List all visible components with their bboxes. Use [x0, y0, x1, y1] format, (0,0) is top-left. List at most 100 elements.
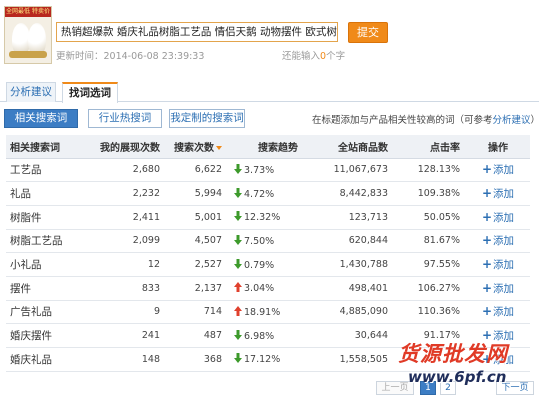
table-row: 工艺品 2,680 6,622 3.73% 11,067,673 128.13% +添加 [6, 158, 530, 183]
trend-cell: 18.91% [228, 300, 304, 325]
add-link[interactable]: 添加 [493, 330, 514, 342]
term-cell: 婚庆摆件 [6, 323, 88, 348]
add-link[interactable]: 添加 [493, 259, 514, 271]
products-cell: 30,644 [304, 323, 394, 348]
thumbnail-banner: 全网最低 特卖价 [6, 8, 50, 15]
analysis-link[interactable]: 分析建议 [493, 115, 531, 126]
main-tabs: 分析建议 找词选词 [0, 82, 539, 103]
term-cell: 婚庆礼品 [6, 347, 88, 372]
add-link[interactable]: 添加 [493, 188, 514, 200]
ctr-cell: 50.05% [394, 205, 466, 230]
trend-cell: 6.98% [228, 323, 304, 348]
action-cell[interactable]: +添加 [466, 205, 530, 230]
add-link[interactable]: 添加 [493, 212, 514, 224]
add-link[interactable]: 添加 [493, 306, 514, 318]
product-title-input[interactable]: 热销超爆款 婚庆礼品树脂工艺品 情侣天鹅 动物摆件 欧式树脂摆件 [56, 22, 338, 42]
searches-cell: 2,527 [166, 252, 228, 277]
add-link[interactable]: 添加 [493, 354, 514, 366]
remaining-chars: 还能输入0个字 [282, 48, 345, 62]
plus-icon: + [481, 328, 493, 343]
col-header-ctr[interactable]: 点击率 [394, 135, 466, 159]
table-row: 婚庆摆件 241 487 6.98% 30,644 91.17% +添加 [6, 323, 530, 348]
impressions-cell: 9 [88, 300, 166, 325]
subtab-related-terms[interactable]: 相关搜索词 [4, 109, 78, 128]
action-cell[interactable]: +添加 [466, 347, 530, 372]
table-row: 树脂工艺品 2,099 4,507 7.50% 620,844 81.67% +添加 [6, 229, 530, 254]
ctr-cell: 97.55% [394, 252, 466, 277]
trend-cell: 3.73% [228, 158, 304, 183]
action-cell[interactable]: +添加 [466, 276, 530, 301]
searches-cell: 368 [166, 347, 228, 372]
searches-cell: 714 [166, 300, 228, 325]
trend-value: 3.04% [244, 283, 275, 295]
trend-value: 18.91% [244, 306, 281, 318]
impressions-cell: 2,411 [88, 205, 166, 230]
trend-value: 3.73% [244, 164, 275, 176]
trend-cell: 7.50% [228, 229, 304, 254]
col-header-impressions[interactable]: 我的展现次数 [88, 135, 166, 159]
remaining-suffix: 个字 [326, 51, 346, 62]
page-1-button[interactable]: 1 [420, 381, 436, 395]
products-cell: 123,713 [304, 205, 394, 230]
trend-cell: 12.32% [228, 205, 304, 230]
action-cell[interactable]: +添加 [466, 181, 530, 206]
action-cell[interactable]: +添加 [466, 158, 530, 183]
searches-cell: 487 [166, 323, 228, 348]
plus-icon: + [481, 233, 493, 248]
impressions-cell: 2,680 [88, 158, 166, 183]
product-thumbnail[interactable]: 全网最低 特卖价 [4, 6, 52, 64]
keyword-table: 相关搜索词 我的展现次数 搜索次数 搜索趋势 全站商品数 点击率 操作 工艺品 2… [6, 135, 530, 372]
trend-down-icon [234, 258, 242, 269]
products-cell: 11,067,673 [304, 158, 394, 183]
plus-icon: + [481, 351, 493, 366]
col-header-term[interactable]: 相关搜索词 [6, 135, 88, 159]
ctr-cell [394, 347, 466, 372]
trend-value: 7.50% [244, 235, 275, 247]
action-cell[interactable]: +添加 [466, 229, 530, 254]
action-cell[interactable]: +添加 [466, 323, 530, 348]
table-row: 小礼品 12 2,527 0.79% 1,430,788 97.55% +添加 [6, 252, 530, 277]
remaining-prefix: 还能输入 [282, 51, 321, 62]
searches-cell: 6,622 [166, 158, 228, 183]
subtab-industry-hot[interactable]: 行业热搜词 [88, 109, 162, 128]
trend-cell: 17.12% [228, 347, 304, 372]
products-cell: 4,885,090 [304, 300, 394, 325]
impressions-cell: 148 [88, 347, 166, 372]
term-cell: 树脂件 [6, 205, 88, 230]
figurine-base [9, 51, 47, 58]
add-link[interactable]: 添加 [493, 283, 514, 295]
col-header-searches[interactable]: 搜索次数 [166, 135, 228, 159]
impressions-cell: 12 [88, 252, 166, 277]
action-cell[interactable]: +添加 [466, 300, 530, 325]
add-link[interactable]: 添加 [493, 164, 514, 176]
page-2-button[interactable]: 2 [440, 381, 456, 395]
impressions-cell: 833 [88, 276, 166, 301]
impressions-cell: 2,099 [88, 229, 166, 254]
col-header-trend[interactable]: 搜索趋势 [228, 135, 304, 159]
ctr-cell: 91.17% [394, 323, 466, 348]
plus-icon: + [481, 257, 493, 272]
col-header-products[interactable]: 全站商品数 [304, 135, 394, 159]
ctr-cell: 81.67% [394, 229, 466, 254]
term-cell: 礼品 [6, 181, 88, 206]
tab-keyword-finder[interactable]: 找词选词 [62, 82, 118, 103]
table-row: 树脂件 2,411 5,001 12.32% 123,713 50.05% +添加 [6, 205, 530, 230]
plus-icon: + [481, 304, 493, 319]
ctr-cell: 110.36% [394, 300, 466, 325]
hint-suffix: ） [531, 115, 539, 126]
prev-page-button[interactable]: 上一页 [376, 381, 414, 395]
submit-button[interactable]: 提交 [348, 22, 388, 43]
tab-analysis[interactable]: 分析建议 [6, 82, 56, 102]
col-header-action: 操作 [466, 135, 530, 159]
action-cell[interactable]: +添加 [466, 252, 530, 277]
products-cell: 498,401 [304, 276, 394, 301]
subtab-custom-terms[interactable]: 我定制的搜索词 [169, 109, 245, 128]
hint-text: 在标题添加与产品相关性较高的词（可参考分析建议） [312, 112, 539, 126]
next-page-button[interactable]: 下一页 [496, 381, 534, 395]
add-link[interactable]: 添加 [493, 235, 514, 247]
table-row: 礼品 2,232 5,994 4.72% 8,442,833 109.38% +添加 [6, 181, 530, 206]
update-time: 更新时间：2014-06-08 23:39:33 [56, 51, 205, 62]
trend-value: 4.72% [244, 188, 275, 200]
impressions-cell: 241 [88, 323, 166, 348]
products-cell: 1,430,788 [304, 252, 394, 277]
